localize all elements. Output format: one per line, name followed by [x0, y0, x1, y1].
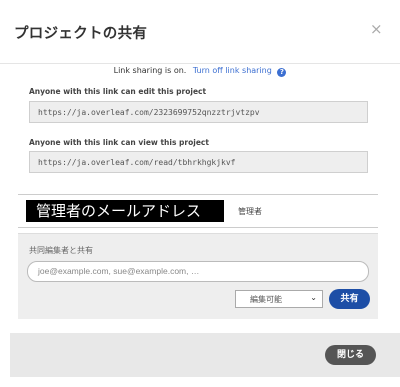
share-project-modal: プロジェクトの共有 × Link sharing is on. Turn off…	[0, 0, 400, 387]
edit-link-url[interactable]: https://ja.overleaf.com/2323699752qnzztr…	[29, 101, 368, 123]
modal-header: プロジェクトの共有 ×	[0, 0, 400, 64]
modal-title: プロジェクトの共有	[14, 26, 148, 42]
permission-select[interactable]: 編集可能 ⌄	[235, 290, 323, 308]
turn-off-link-sharing-link[interactable]: Turn off link sharing	[193, 66, 272, 75]
close-button[interactable]: 閉じる	[325, 345, 376, 365]
edit-link-label: Anyone with this link can edit this proj…	[29, 87, 207, 96]
help-icon[interactable]: ?	[277, 68, 287, 77]
permission-select-value: 編集可能	[250, 295, 282, 304]
section-divider	[18, 227, 378, 228]
owner-email: 管理者のメールアドレス	[26, 200, 224, 222]
section-divider	[18, 194, 378, 195]
close-icon[interactable]: ×	[370, 20, 383, 38]
view-link-label: Anyone with this link can view this proj…	[29, 138, 209, 147]
link-sharing-status: Link sharing is on. Turn off link sharin…	[0, 66, 400, 77]
view-link-url[interactable]: https://ja.overleaf.com/read/tbhrkhgkjkv…	[29, 151, 368, 173]
share-label: 共同編集者と共有	[29, 246, 93, 255]
share-panel: 共同編集者と共有 joe@example.com, sue@example.co…	[18, 233, 378, 319]
collaborator-email-input[interactable]: joe@example.com, sue@example.com, …	[27, 261, 369, 282]
share-button[interactable]: 共有	[329, 289, 370, 309]
owner-role: 管理者	[238, 207, 262, 216]
chevron-down-icon: ⌄	[310, 293, 317, 302]
modal-footer: 閉じる	[10, 333, 400, 377]
link-sharing-status-text: Link sharing is on.	[113, 66, 187, 75]
